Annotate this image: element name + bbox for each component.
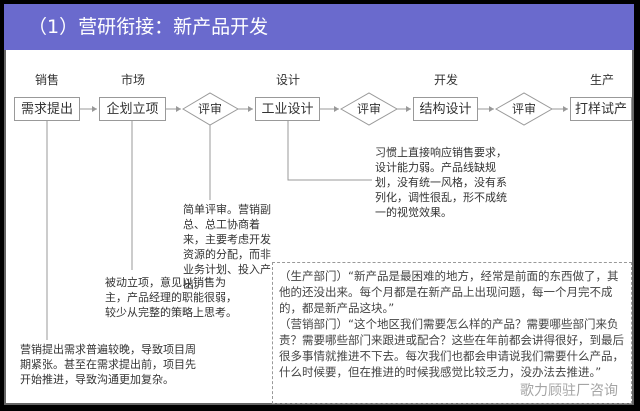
watermark: 歌力顾驻厂咨询	[520, 383, 618, 399]
review-diamond-3: 评审	[496, 93, 552, 125]
stage-dev: 开发	[433, 73, 458, 87]
review-label: 评审	[197, 102, 222, 116]
review-label: 评审	[356, 102, 381, 116]
stage-design: 设计	[275, 73, 300, 87]
quote-production: （生产部门）“新产品是最困难的地方，经常是前面的东西做了，其他的还没出来。每个月…	[279, 269, 619, 315]
review-diamond-2: 评审	[341, 93, 397, 125]
note-planning: 被动立项，意见以销售为主，产品经理的职能很弱，较少从完整的策略上思考。	[105, 276, 237, 319]
note-design: 习惯上直接响应销售要求，设计能力弱。产品线缺规划，没有统一风格，没有系列化，调性…	[375, 146, 507, 219]
step-requirement: 需求提出	[14, 97, 80, 121]
note-sales: 营销提出需求普遍较晚，导致项目周期紧张。甚至在需求提出前，项目先开始推进，导致沟…	[20, 343, 196, 386]
stage-market: 市场	[120, 73, 145, 87]
stage-sales: 销售	[34, 73, 59, 87]
step-trial-production: 打样试产	[570, 97, 632, 121]
review-label: 评审	[511, 102, 536, 116]
step-structural-design: 结构设计	[413, 97, 478, 121]
step-planning: 企划立项	[99, 97, 166, 121]
step-industrial-design: 工业设计	[255, 97, 320, 121]
quote-marketing: （营销部门）“这个地区我们需要怎么样的产品？需要哪些部门来负责？需要哪些部门来跟…	[279, 317, 624, 379]
stage-production: 生产	[589, 73, 614, 87]
review-diamond-1: 评审	[182, 93, 238, 125]
